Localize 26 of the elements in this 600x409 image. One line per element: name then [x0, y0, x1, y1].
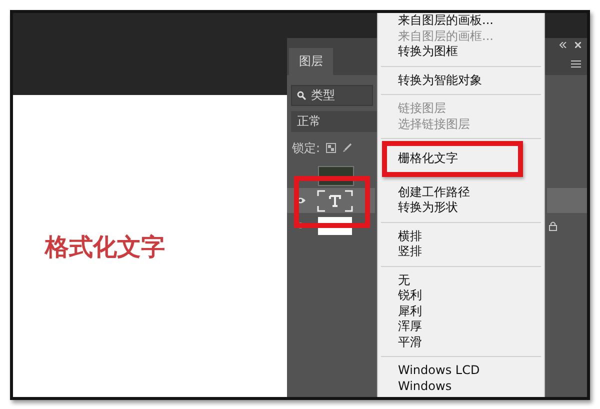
brush-icon[interactable]: [342, 143, 352, 153]
menu-item[interactable]: 无: [378, 272, 544, 288]
canvas-text: 格式化文字: [45, 235, 165, 261]
filter-dropdown[interactable]: 类型: [291, 85, 373, 106]
menu-item[interactable]: Windows: [378, 378, 544, 394]
menu-item[interactable]: 犀利: [378, 304, 544, 319]
menu-item[interactable]: 浑厚: [378, 319, 544, 334]
menu-item[interactable]: 栅格化文字: [387, 151, 518, 166]
text-layer-thumbnail-icon: [317, 190, 353, 212]
menu-item[interactable]: 竖排: [378, 244, 544, 260]
menu-item[interactable]: 横排: [378, 228, 544, 244]
search-icon: [297, 91, 306, 100]
close-icon[interactable]: [575, 42, 581, 48]
menu-item[interactable]: 平滑: [378, 334, 544, 350]
menu-item[interactable]: 转换为形状: [378, 200, 544, 216]
menu-item[interactable]: 创建工作路径: [378, 184, 544, 200]
collapse-icon[interactable]: [559, 42, 567, 48]
menu-item[interactable]: 转换为智能对象: [378, 72, 544, 88]
menu-icon[interactable]: [571, 60, 581, 68]
menu-item[interactable]: 锐利: [378, 288, 544, 304]
menu-item[interactable]: 转换为图框: [378, 44, 544, 60]
menu-item[interactable]: 来自图层的画板...: [378, 13, 544, 28]
checker-icon[interactable]: [326, 143, 336, 153]
lock-label: 锁定:: [292, 140, 320, 156]
panel-tab[interactable]: 图层: [289, 48, 333, 75]
menu-item[interactable]: Windows LCD: [378, 363, 544, 378]
